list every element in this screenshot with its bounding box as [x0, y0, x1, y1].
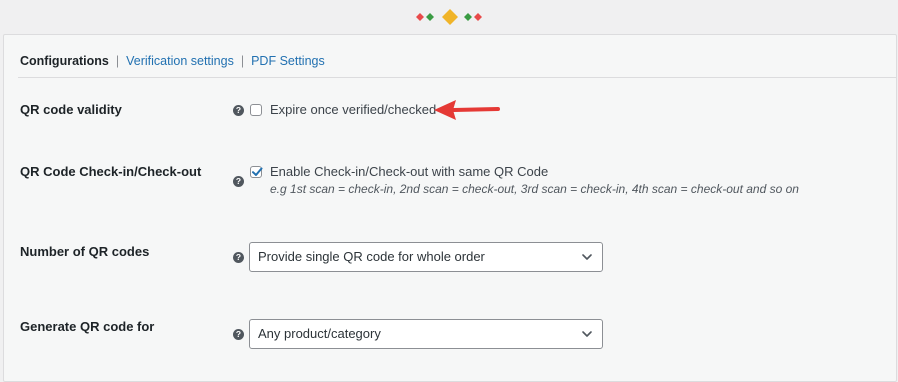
top-band — [0, 0, 898, 34]
number-of-qr-codes-label: Number of QR codes — [20, 244, 150, 259]
tab-separator: | — [115, 54, 120, 68]
generate-qr-code-for-label: Generate QR code for — [20, 319, 155, 334]
red-arrow-icon — [434, 100, 500, 120]
chevron-down-icon — [582, 254, 592, 260]
generate-qr-code-for-value: Any product/category — [258, 326, 381, 341]
settings-panel: Configurations | Verification settings | PDF… — [3, 34, 897, 382]
diamond-logo-icon — [416, 9, 482, 25]
settings-tabs: Configurations | Verification settings | PDF… — [20, 54, 896, 74]
qr-validity-label: QR code validity — [20, 102, 122, 117]
tab-configurations[interactable]: Configurations — [20, 54, 109, 68]
number-of-qr-codes-value: Provide single QR code for whole order — [258, 249, 485, 264]
checkin-checkbox[interactable] — [250, 166, 263, 178]
question-circle-icon[interactable]: ? — [233, 176, 244, 187]
checkmark-icon — [252, 167, 263, 176]
checkin-checkout-label: QR Code Check-in/Check-out — [20, 164, 202, 179]
question-circle-icon[interactable]: ? — [233, 105, 244, 116]
expire-checkbox[interactable] — [250, 104, 262, 116]
generate-qr-code-for-select[interactable]: Any product/category — [249, 319, 603, 349]
tab-pdf-settings[interactable]: PDF Settings — [251, 54, 325, 68]
tab-verification-settings[interactable]: Verification settings — [126, 54, 234, 68]
checkin-hint: e.g 1st scan = check-in, 2nd scan = chec… — [270, 182, 799, 196]
tab-separator: | — [240, 54, 245, 68]
expire-checkbox-label[interactable]: Expire once verified/checked — [270, 102, 436, 117]
chevron-down-icon — [582, 331, 592, 337]
question-circle-icon[interactable]: ? — [233, 329, 244, 340]
question-circle-icon[interactable]: ? — [233, 252, 244, 263]
checkin-checkbox-label[interactable]: Enable Check-in/Check-out with same QR C… — [270, 164, 548, 179]
tab-divider — [18, 77, 896, 78]
number-of-qr-codes-select[interactable]: Provide single QR code for whole order — [249, 242, 603, 272]
